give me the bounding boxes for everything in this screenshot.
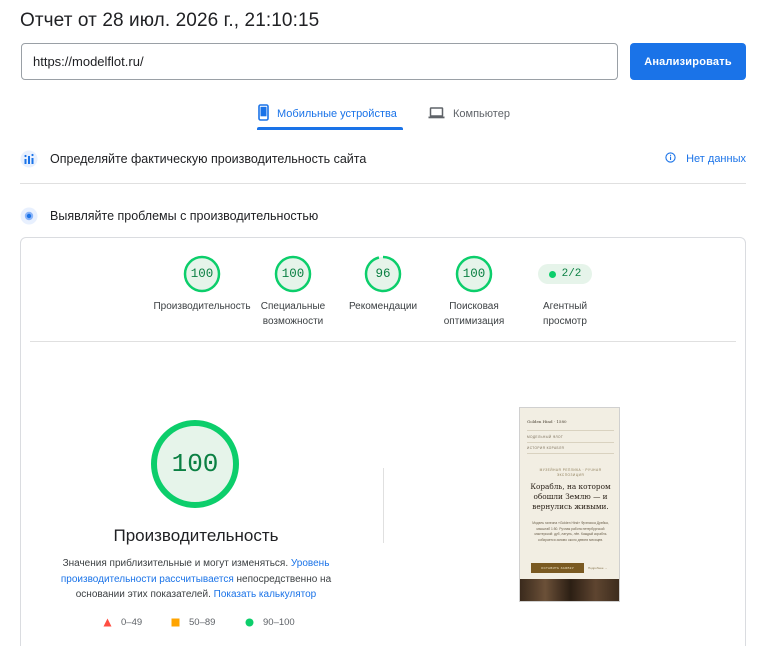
agent-browsing-score: 2/2: [561, 268, 582, 280]
no-data-link[interactable]: Нет данных: [665, 152, 746, 166]
gauge-accessibility[interactable]: 100: [274, 255, 312, 293]
tab-desktop-label: Компьютер: [453, 108, 510, 120]
active-tab-indicator: [257, 127, 403, 130]
performance-title: Производительность: [113, 526, 279, 545]
screenshot-photo: [520, 579, 619, 601]
gauge-accessibility-label: Специальные возможности: [260, 301, 326, 327]
agent-browsing-label: Агентный просмотр: [542, 301, 588, 327]
gauge-performance-score: 100: [190, 267, 214, 281]
info-icon: [665, 152, 676, 166]
show-calculator-link[interactable]: Показать калькулятор: [214, 589, 317, 600]
field-data-icon: [20, 150, 38, 168]
gauge-best-practices-score: 96: [375, 267, 391, 281]
gauge-seo-score: 100: [462, 267, 486, 281]
screenshot-brand: Golden Hind · 1580: [527, 419, 567, 424]
no-data-label: Нет данных: [686, 153, 746, 165]
screenshot-headline: Корабль, на котором обошли Землю — и вер…: [530, 482, 611, 511]
legend-pass: 90–100: [245, 615, 295, 629]
screenshot-nav-2: ИСТОРИЯ КОРАБЛЯ: [527, 446, 565, 450]
url-input[interactable]: [21, 43, 618, 80]
legend-average: 50–89: [171, 615, 215, 629]
gauge-performance-label: Производительность: [153, 301, 251, 312]
gauge-accessibility-score: 100: [281, 267, 305, 281]
lab-data-title: Выявляйте проблемы с производительностью: [50, 209, 319, 223]
smartphone-icon: [258, 104, 269, 124]
tab-desktop[interactable]: Компьютер: [428, 98, 510, 130]
gauge-seo-label: Поисковая оптимизация: [443, 301, 505, 327]
field-data-title: Определяйте фактическую производительнос…: [50, 152, 367, 166]
circle-icon: [245, 618, 254, 626]
field-data-section: Определяйте фактическую производительнос…: [20, 146, 746, 172]
lab-data-section: Выявляйте проблемы с производительностью: [20, 203, 746, 229]
report-title: Отчет от 28 июл. 2026 г., 21:10:15: [20, 10, 320, 31]
legend-fail: 0–49: [103, 615, 142, 629]
card-divider: [30, 341, 736, 342]
performance-big-score: 100: [171, 449, 219, 479]
screenshot-kicker: МУЗЕЙНАЯ РЕПЛИКА · РУЧНАЯ ЭКСПОЗИЦИЯ: [539, 468, 602, 477]
screenshot-cta: ОСТАВИТЬ ЗАЯВКУ: [531, 563, 584, 573]
pass-dot-icon: [548, 270, 556, 278]
vertical-divider: [383, 468, 384, 543]
gauge-performance[interactable]: 100: [183, 255, 221, 293]
section-divider: [20, 183, 746, 184]
performance-description: Значения приблизительные и могут изменят…: [60, 558, 332, 600]
gauge-seo[interactable]: 100: [455, 255, 493, 293]
analyze-button[interactable]: Анализировать: [630, 43, 746, 80]
tab-mobile[interactable]: Мобильные устройства: [258, 98, 397, 130]
screenshot-link: Подробнее →: [588, 566, 608, 570]
gauge-best-practices-label: Рекомендации: [348, 301, 418, 312]
square-icon: [171, 618, 180, 626]
laptop-icon: [428, 106, 445, 122]
gauge-best-practices[interactable]: 96: [364, 255, 402, 293]
lab-data-icon: [20, 207, 38, 225]
tab-mobile-label: Мобильные устройства: [277, 108, 397, 120]
triangle-icon: [103, 618, 112, 626]
agent-browsing-badge[interactable]: 2/2: [538, 264, 592, 284]
screenshot-body: Модель галеона «Golden Hind» Фрэнсиса Др…: [532, 521, 609, 542]
page-screenshot[interactable]: Golden Hind · 1580 МОДЕЛЬНЫЙ ФЛОТ ИСТОРИ…: [519, 407, 620, 602]
screenshot-nav-1: МОДЕЛЬНЫЙ ФЛОТ: [527, 435, 564, 439]
